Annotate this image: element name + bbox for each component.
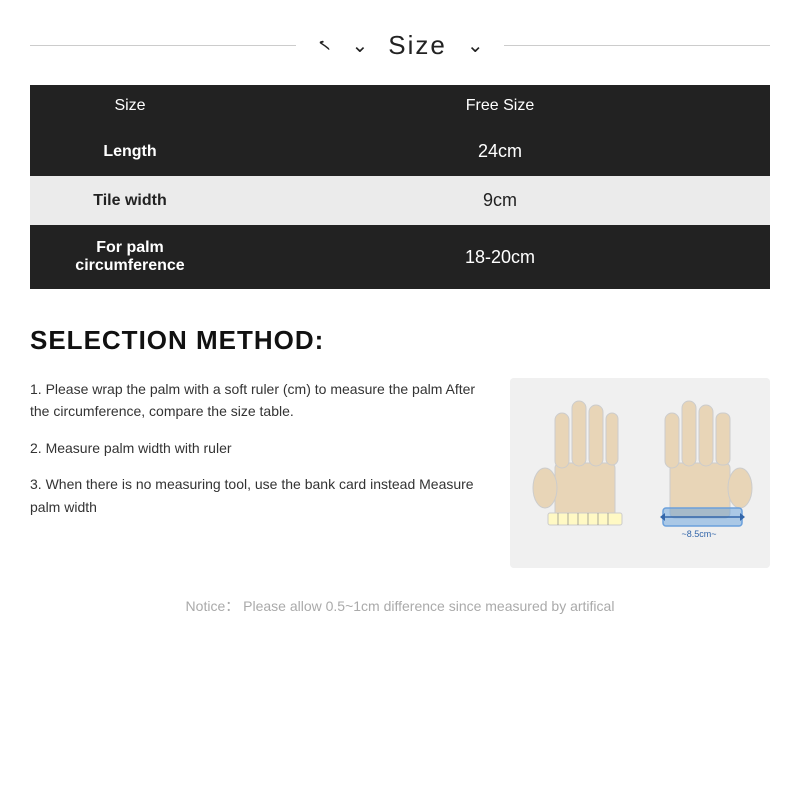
selection-title: SELECTION METHOD: — [30, 325, 770, 356]
table-cell-label: Tile width — [30, 176, 230, 225]
selection-content: 1. Please wrap the palm with a soft rule… — [30, 378, 770, 568]
table-header-col1: Size — [30, 85, 230, 127]
step-3: 3. When there is no measuring tool, use … — [30, 473, 480, 518]
selection-section: SELECTION METHOD: 1. Please wrap the pal… — [30, 325, 770, 568]
title-line-right — [504, 45, 770, 46]
table-cell-value: 24cm — [230, 127, 770, 176]
table-row: Length24cm — [30, 127, 770, 176]
notice-text: Notice： Please allow 0.5~1cm difference … — [30, 596, 770, 616]
chevron-left-icon: ✓ — [313, 38, 334, 53]
table-header-row: Size Free Size — [30, 85, 770, 127]
chevron-right-icon: ⌄ — [467, 33, 484, 58]
title-section: ✓ ⌄ Size ⌄ — [30, 20, 770, 61]
table-cell-value: 9cm — [230, 176, 770, 225]
title-line-left — [30, 45, 296, 46]
selection-steps: 1. Please wrap the palm with a soft rule… — [30, 378, 480, 532]
size-title: Size — [388, 30, 447, 61]
table-cell-label: Length — [30, 127, 230, 176]
svg-text:~8.5cm~: ~8.5cm~ — [681, 529, 716, 539]
table-row: Tile width9cm — [30, 176, 770, 225]
page: ✓ ⌄ Size ⌄ Size Free Size Length24cmTile… — [0, 0, 800, 800]
step-1: 1. Please wrap the palm with a soft rule… — [30, 378, 480, 423]
table-cell-label: For palm circumference — [30, 225, 230, 289]
step-2: 2. Measure palm width with ruler — [30, 437, 480, 459]
size-table: Size Free Size Length24cmTile width9cmFo… — [30, 85, 770, 289]
table-row: For palm circumference18-20cm — [30, 225, 770, 289]
chevron-left-icon2: ⌄ — [352, 33, 369, 58]
table-header-col2: Free Size — [230, 85, 770, 127]
hand-illustration: ~8.5cm~ — [510, 378, 770, 568]
table-cell-value: 18-20cm — [230, 225, 770, 289]
